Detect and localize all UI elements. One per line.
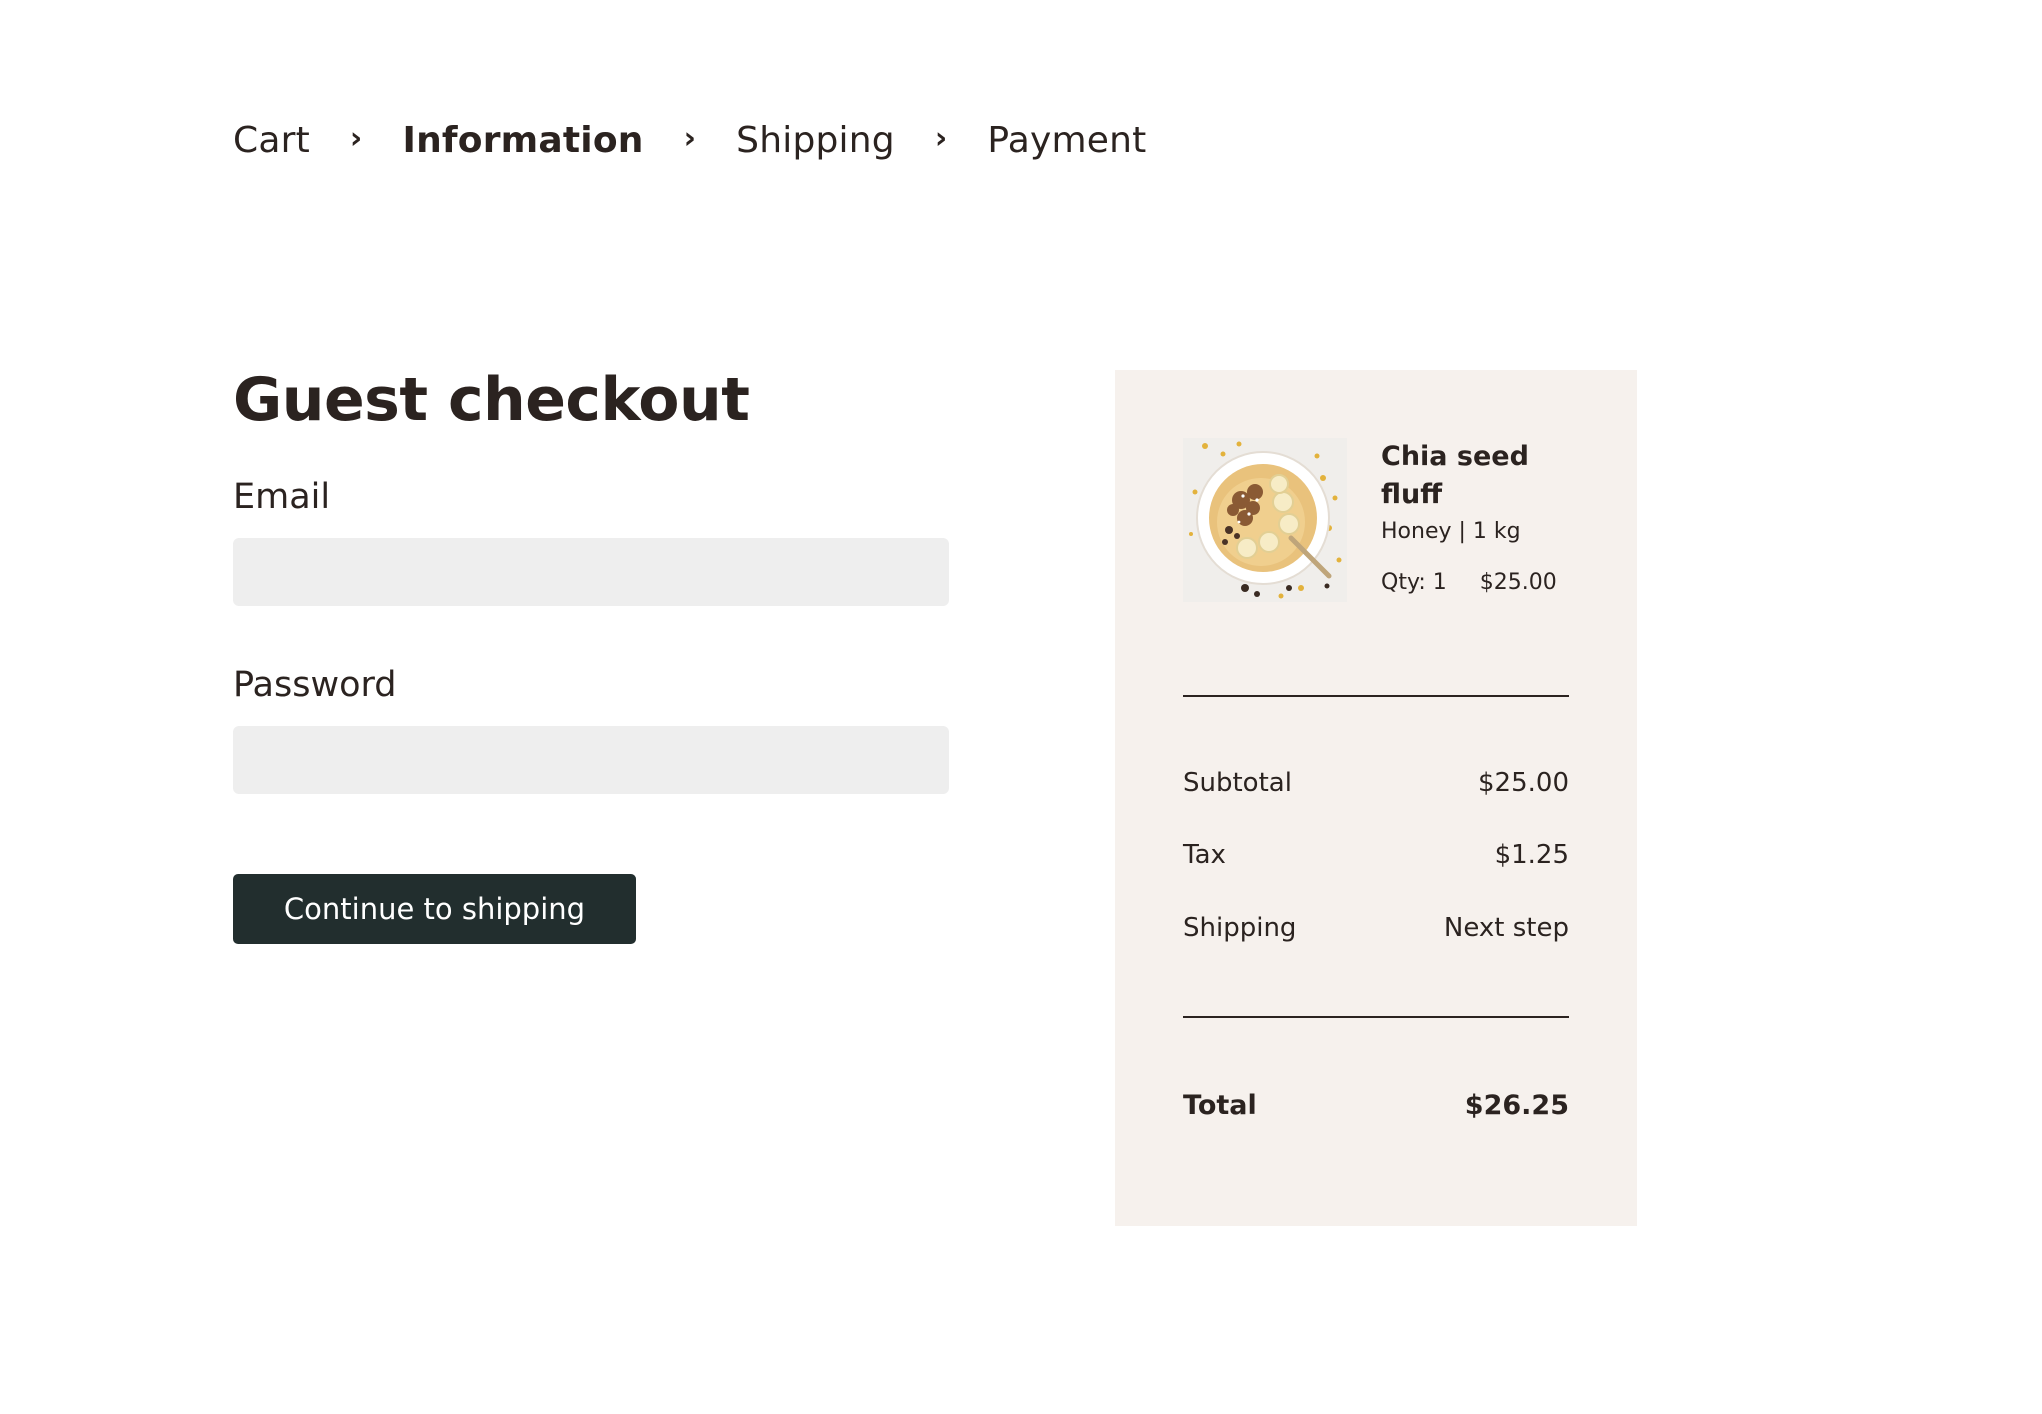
total-row: Total $26.25: [1183, 1088, 1569, 1124]
product-line-item: Chia seed fluff Honey | 1 kg Qty: 1 $25.…: [1183, 438, 1569, 602]
shipping-value: Next step: [1443, 913, 1569, 943]
total-value: $26.25: [1464, 1090, 1569, 1121]
oatmeal-bowl-icon: [1183, 438, 1347, 602]
product-image: [1183, 438, 1347, 602]
product-name: Chia seed fluff: [1381, 441, 1529, 510]
breadcrumb-information: Information: [402, 119, 644, 161]
breadcrumb-separator-icon: ›: [349, 120, 363, 156]
summary-divider: [1183, 1016, 1569, 1018]
email-label: Email: [233, 477, 331, 517]
checkout-form: Guest checkout Email Password Continue t…: [233, 360, 949, 944]
breadcrumb-payment: Payment: [987, 119, 1147, 161]
breadcrumb-separator-icon: ›: [934, 120, 948, 156]
subtotal-row: Subtotal $25.00: [1183, 765, 1569, 801]
subtotal-label: Subtotal: [1183, 768, 1292, 798]
product-quantity: Qty: 1: [1381, 570, 1447, 595]
continue-to-shipping-button[interactable]: Continue to shipping: [233, 874, 636, 944]
breadcrumb: Cart › Information › Shipping › Payment: [233, 112, 1146, 168]
total-label: Total: [1183, 1090, 1257, 1121]
subtotal-value: $25.00: [1478, 768, 1569, 798]
shipping-label: Shipping: [1183, 913, 1297, 943]
product-info: Chia seed fluff Honey | 1 kg Qty: 1 $25.…: [1381, 438, 1571, 598]
breadcrumb-separator-icon: ›: [683, 120, 697, 156]
email-field[interactable]: [233, 538, 949, 606]
product-price: $25.00: [1479, 570, 1557, 595]
order-summary: Chia seed fluff Honey | 1 kg Qty: 1 $25.…: [1115, 370, 1637, 1226]
tax-label: Tax: [1183, 840, 1226, 870]
summary-divider: [1183, 695, 1569, 697]
shipping-row: Shipping Next step: [1183, 910, 1569, 946]
password-label: Password: [233, 665, 397, 705]
page-title: Guest checkout: [233, 365, 750, 435]
product-variant: Honey | 1 kg: [1381, 519, 1521, 544]
password-field[interactable]: [233, 726, 949, 794]
product-meta: Qty: 1 $25.00: [1381, 568, 1571, 598]
breadcrumb-cart[interactable]: Cart: [233, 120, 310, 161]
tax-row: Tax $1.25: [1183, 837, 1569, 873]
tax-value: $1.25: [1494, 840, 1569, 870]
breadcrumb-shipping: Shipping: [736, 119, 895, 161]
